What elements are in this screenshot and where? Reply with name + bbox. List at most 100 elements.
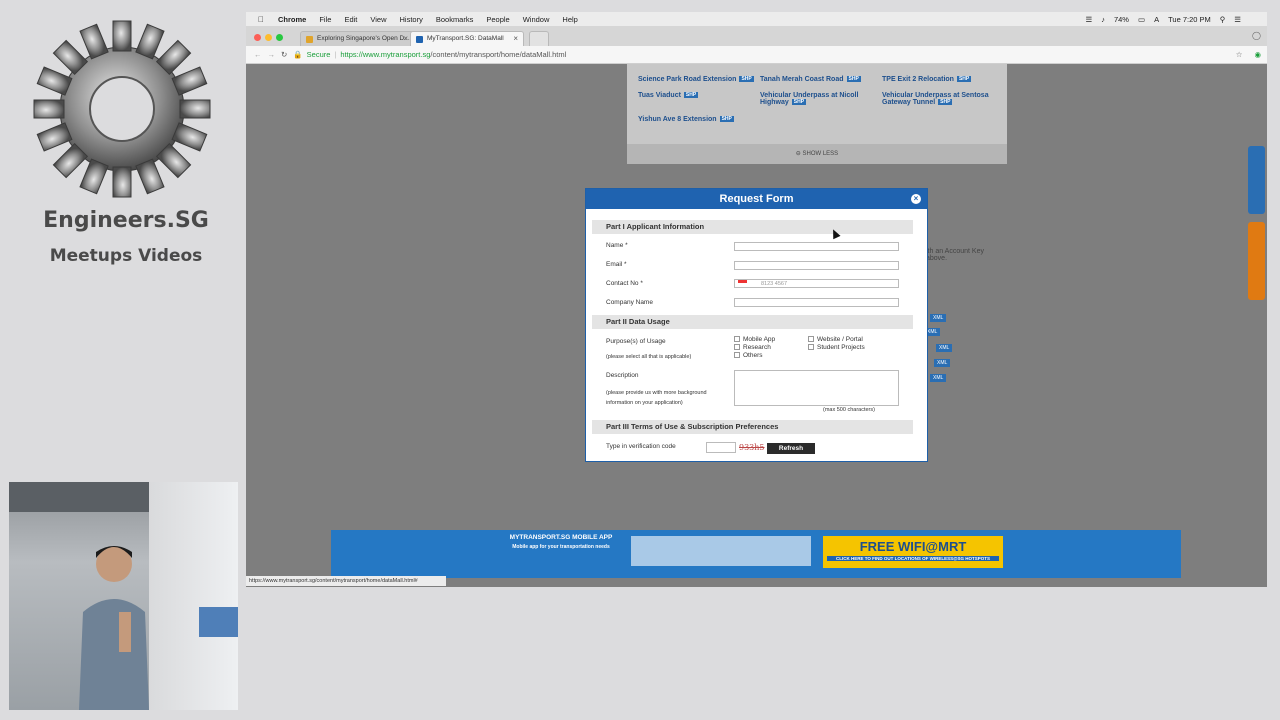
xml-badge[interactable]: XML [930,314,947,322]
menu-window[interactable]: Window [523,15,550,24]
travel-smart-banner[interactable] [631,536,811,566]
xml-badge[interactable]: XML [936,344,953,352]
close-window-icon[interactable] [254,34,261,41]
refresh-captcha-button[interactable]: Refresh [767,443,815,454]
purpose-hint: (please select all that is applicable) [606,354,692,360]
notification-icon[interactable]: ☰ [1234,15,1241,24]
checkbox-research[interactable]: Research [734,344,771,351]
battery-icon[interactable]: ▭ [1138,15,1145,24]
separator: | [334,50,337,59]
checkbox-student-projects[interactable]: Student Projects [808,344,865,351]
close-icon[interactable]: × [911,194,921,204]
max-characters: (max 500 characters) [823,407,875,413]
forward-icon[interactable]: → [268,50,276,59]
email-label: Email * [606,261,627,268]
xml-badge[interactable]: XML [934,359,951,367]
spotlight-icon[interactable]: ⚲ [1220,15,1226,24]
description-textarea[interactable] [734,370,899,406]
tab-datamall[interactable]: MyTransport.SG: DataMall × [410,31,524,46]
projector-screen [199,607,238,637]
menu-edit[interactable]: Edit [344,15,357,24]
verification-label: Type in verification code [606,443,676,450]
profile-icon[interactable]: ◯ [1252,31,1261,40]
contact-field[interactable]: 8123 4567 [734,279,899,288]
close-tab-icon[interactable]: × [513,34,518,43]
company-field[interactable] [734,298,899,307]
side-widget-myconcierge[interactable] [1248,146,1265,214]
project-link[interactable]: Tanah Merah Coast Road SHP [760,76,861,83]
project-link[interactable]: Vehicular Underpass at Sentosa Gateway T… [882,92,997,106]
xml-badge[interactable]: XML [930,374,947,382]
mac-menubar:  Chrome File Edit View History Bookmark… [246,12,1267,26]
mobile-app-banner[interactable]: MYTRANSPORT.SG MOBILE APP Mobile app for… [501,534,621,550]
speaker-figure [79,546,149,710]
tab-favicon-icon [306,36,313,43]
menu-people[interactable]: People [486,15,509,24]
request-form-modal: Request Form × Part I Applicant Informat… [585,188,928,462]
show-less-button[interactable]: ⊖ SHOW LESS [627,144,1007,164]
new-tab-button[interactable] [529,31,549,46]
company-label: Company Name [606,299,653,306]
reload-icon[interactable]: ↻ [281,50,287,59]
description-hint: (please provide us with more background … [606,390,707,406]
name-field[interactable] [734,242,899,251]
verification-input[interactable] [706,442,736,453]
email-field[interactable] [734,261,899,270]
tab-title: MyTransport.SG: DataMall [427,35,504,42]
checkbox-website-portal[interactable]: Website / Portal [808,336,863,343]
volume-icon[interactable]: ♪ [1101,15,1105,24]
contact-placeholder: 8123 4567 [761,281,787,287]
speaker-camera-feed [9,482,238,710]
wall [149,482,238,710]
status-bar-url: https://www.mytransport.sg/content/mytra… [246,576,446,586]
secure-label[interactable]: Secure [307,50,331,59]
menu-file[interactable]: File [319,15,331,24]
checkbox-mobile-app[interactable]: Mobile App [734,336,775,343]
extension-icon[interactable]: ◉ [1254,50,1261,59]
maximize-window-icon[interactable] [276,34,283,41]
bookmark-star-icon[interactable]: ☆ [1236,50,1243,59]
minus-circle-icon: ⊖ [795,151,803,157]
section-data-usage: Part II Data Usage [592,315,913,329]
lock-icon[interactable]: 🔒 [293,50,302,59]
menu-app-name[interactable]: Chrome [278,15,306,24]
menu-view[interactable]: View [370,15,386,24]
browser-tabbar: Exploring Singapore's Open D... × MyTran… [246,26,1267,46]
clock-label[interactable]: Tue 7:20 PM [1168,15,1211,24]
modal-header: Request Form × [586,189,927,209]
name-label: Name * [606,242,628,249]
contact-label: Contact No * [606,280,643,287]
branding-panel: Engineers.SG Meetups Videos [0,0,246,480]
apple-icon[interactable]:  [258,15,264,24]
brand-subtitle: Meetups Videos [49,246,203,266]
close-tab-icon[interactable]: × [403,34,408,43]
project-link[interactable]: Yishun Ave 8 Extension SHP [638,116,734,123]
checkbox-others[interactable]: Others [734,352,763,359]
captcha-image: 933h5 [739,443,765,452]
minimize-window-icon[interactable] [265,34,272,41]
sg-flag-icon[interactable] [738,280,747,286]
tab-exploring-open-data[interactable]: Exploring Singapore's Open D... × [300,31,414,46]
battery-label[interactable]: 74% [1114,15,1129,24]
section-applicant-info: Part I Applicant Information [592,220,913,234]
project-link[interactable]: Tuas Viaduct SHP [638,92,699,99]
side-widget-public-transport[interactable] [1248,222,1265,300]
free-wifi-banner[interactable]: FREE WIFI@MRT CLICK HERE TO FIND OUT LOC… [823,536,1003,568]
purpose-label: Purpose(s) of Usage [606,338,666,345]
gear-logo-icon [33,20,211,198]
project-link[interactable]: TPE Exit 2 Relocation SHP [882,76,972,83]
project-link[interactable]: Vehicular Underpass at Nicoll Highway SHP [760,92,870,106]
address-path[interactable]: /content/mytransport/home/dataMall.html [430,50,566,59]
menu-history[interactable]: History [400,15,423,24]
project-link[interactable]: Science Park Road Extension SHP [638,76,754,83]
input-source-icon[interactable]: A [1154,15,1159,24]
browser-toolbar: ← → ↻ 🔒 Secure | https://www.mytransport… [246,46,1267,64]
address-domain[interactable]: https://www.mytransport.sg [340,50,430,59]
wifi-icon[interactable]: ☰ [1085,15,1092,24]
tab-favicon-icon [416,36,423,43]
back-icon[interactable]: ← [254,50,262,59]
menu-bookmarks[interactable]: Bookmarks [436,15,474,24]
menu-help[interactable]: Help [562,15,577,24]
description-label: Description [606,372,639,379]
section-terms: Part III Terms of Use & Subscription Pre… [592,420,913,434]
